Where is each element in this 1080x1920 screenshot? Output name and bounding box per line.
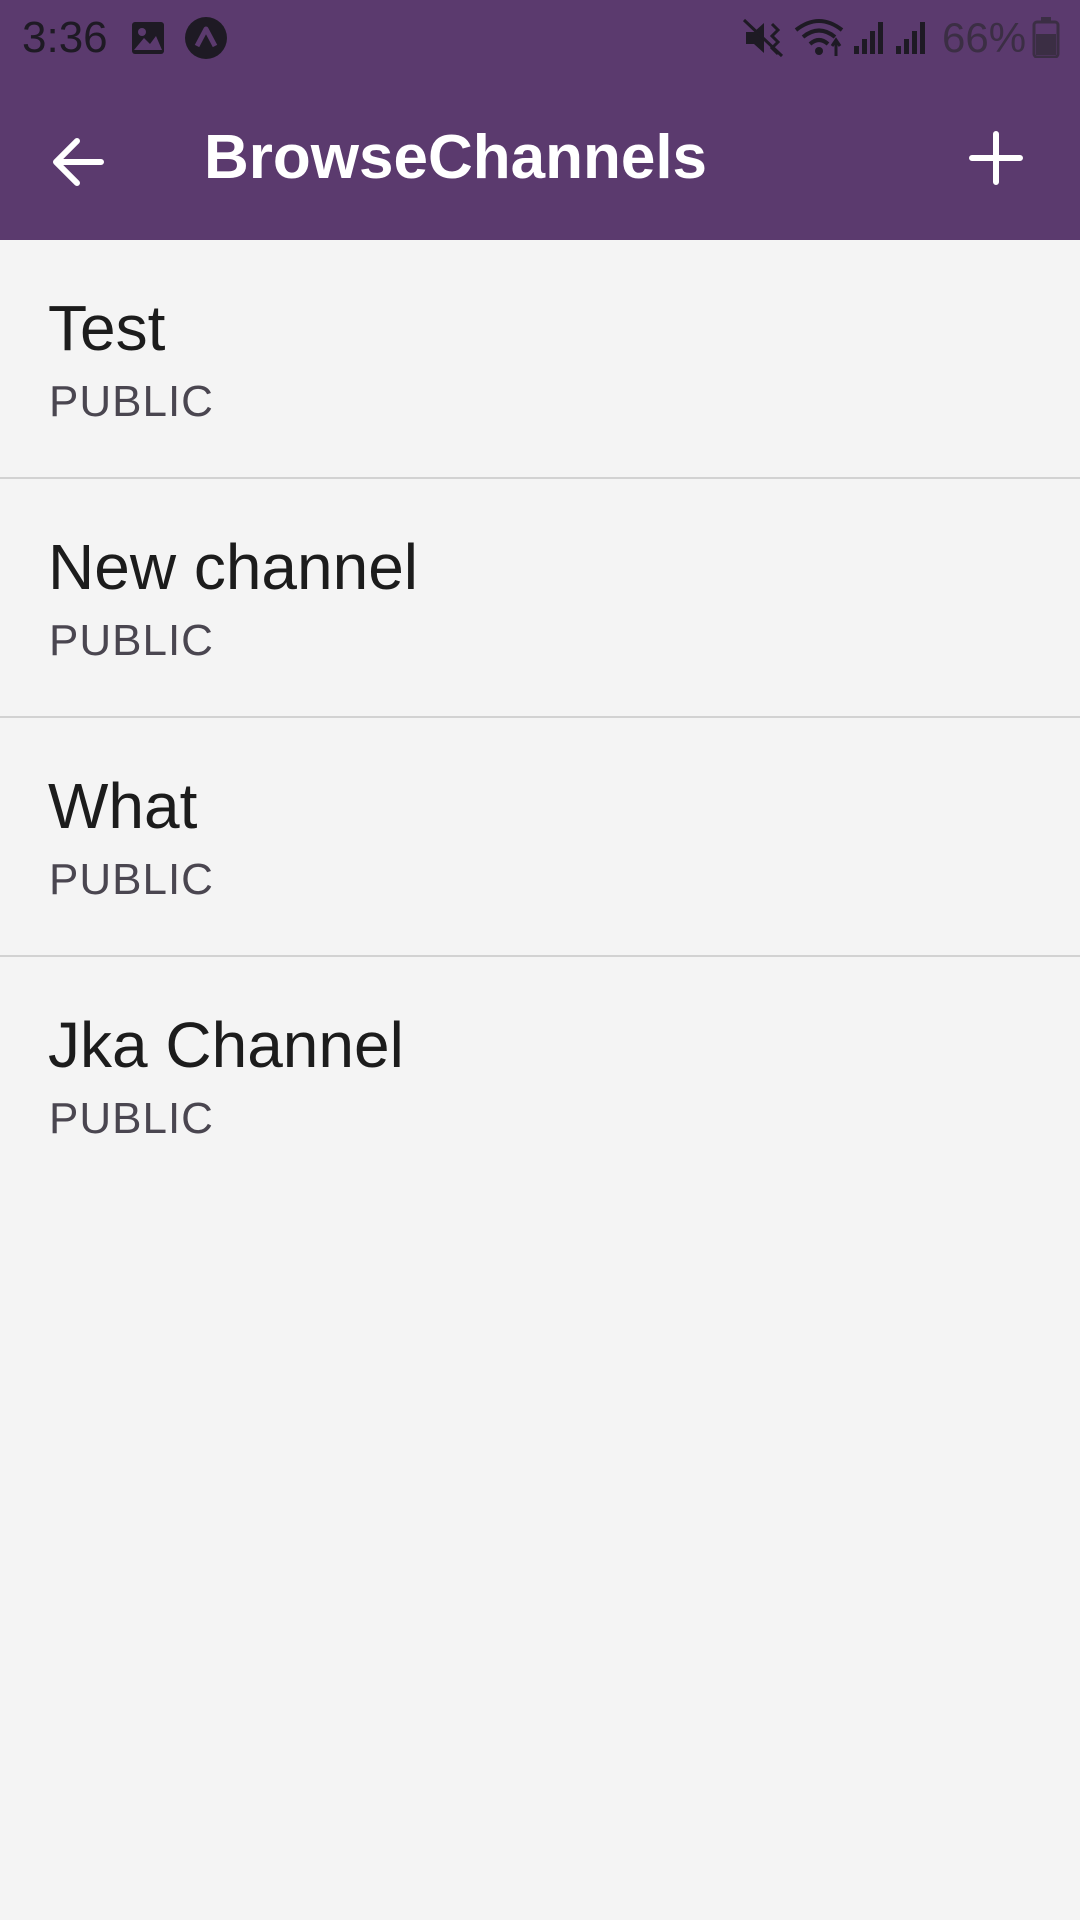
arrow-left-icon [53,138,104,186]
status-time: 3:36 [22,13,108,62]
channel-name: New channel [48,531,418,603]
battery-icon [1032,17,1060,58]
back-button[interactable] [28,112,128,212]
plus-icon [969,131,1023,185]
app-notification-icon [185,17,227,59]
channel-visibility: PUBLIC [49,855,214,904]
signal-icon [854,22,883,54]
add-channel-button[interactable] [946,108,1046,208]
channel-name: Test [48,292,166,364]
app-bar: BrowseChannels [0,76,1080,240]
image-icon [132,22,164,54]
channel-list-item[interactable]: Test PUBLIC [0,240,1080,479]
channel-list-item[interactable]: What PUBLIC [0,718,1080,957]
signal-icon-2 [896,22,925,54]
channel-visibility: PUBLIC [49,1094,214,1143]
channel-name: Jka Channel [48,1009,404,1081]
battery-percent: 66% [942,14,1027,61]
channel-list-item[interactable]: Jka Channel PUBLIC [0,957,1080,1194]
status-bar: 3:36 66% [0,0,1080,76]
page-title: BrowseChannels [204,123,708,192]
channel-visibility: PUBLIC [49,377,214,426]
wifi-icon [794,19,844,56]
mute-vibrate-icon [742,18,784,58]
channel-visibility: PUBLIC [49,616,214,665]
channel-name: What [48,770,198,842]
channel-list: Test PUBLIC New channel PUBLIC What PUBL… [0,240,1080,1194]
channel-list-item[interactable]: New channel PUBLIC [0,479,1080,718]
